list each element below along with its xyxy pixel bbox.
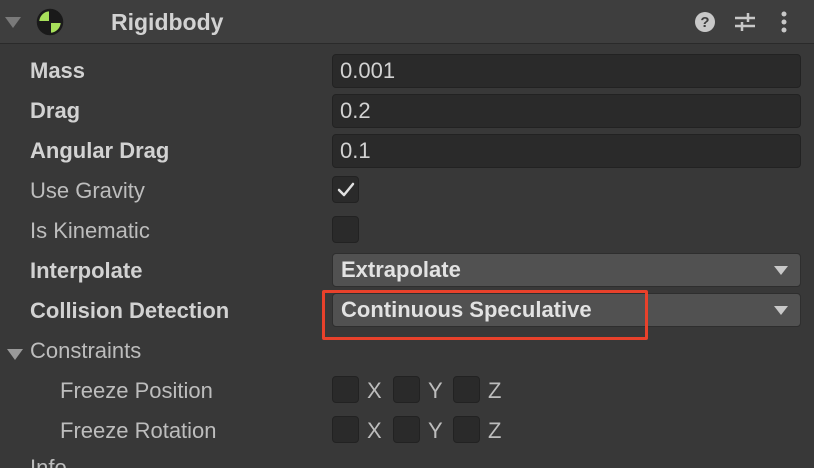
freeze-rotation-y-checkbox[interactable] <box>393 416 420 443</box>
freeze-rotation-label: Freeze Rotation <box>60 418 217 443</box>
freeze-rotation-z-label: Z <box>488 418 502 443</box>
freeze-rotation-x-checkbox[interactable] <box>332 416 359 443</box>
is-kinematic-label: Is Kinematic <box>30 218 150 243</box>
freeze-rotation-x-label: X <box>367 418 382 443</box>
checkmark-icon <box>337 182 355 197</box>
freeze-position-label: Freeze Position <box>60 378 213 403</box>
interpolate-value: Extrapolate <box>341 257 461 282</box>
dropdown-arrow-icon <box>774 306 788 315</box>
interpolate-label: Interpolate <box>30 258 143 283</box>
collision-detection-label: Collision Detection <box>30 298 230 323</box>
highlight-box <box>322 290 648 340</box>
help-icon[interactable]: ? <box>693 10 717 34</box>
is-kinematic-checkbox[interactable] <box>332 216 359 243</box>
component-header[interactable]: Rigidbody ? <box>0 0 814 44</box>
presets-icon[interactable] <box>733 10 757 34</box>
foldout-arrow-icon[interactable] <box>4 13 22 31</box>
freeze-position-x-checkbox[interactable] <box>332 376 359 403</box>
use-gravity-checkbox[interactable] <box>332 176 359 203</box>
freeze-rotation-y-label: Y <box>428 418 443 443</box>
freeze-position-z-label: Z <box>488 378 502 403</box>
use-gravity-label: Use Gravity <box>30 178 145 203</box>
freeze-position-y-checkbox[interactable] <box>393 376 420 403</box>
mass-label: Mass <box>30 58 86 83</box>
dropdown-arrow-icon <box>774 266 788 275</box>
drag-field[interactable]: 0.2 <box>332 94 801 128</box>
svg-text:?: ? <box>700 14 709 31</box>
constraints-foldout-icon[interactable] <box>6 345 24 363</box>
freeze-position-y-label: Y <box>428 378 443 403</box>
freeze-position-x-label: X <box>367 378 382 403</box>
more-icon[interactable] <box>772 10 796 34</box>
component-title: Rigidbody <box>111 9 224 35</box>
rigidbody-icon <box>36 8 64 36</box>
freeze-rotation-z-checkbox[interactable] <box>453 416 480 443</box>
angular-drag-label: Angular Drag <box>30 138 170 163</box>
constraints-label[interactable]: Constraints <box>30 337 141 365</box>
freeze-position-z-checkbox[interactable] <box>453 376 480 403</box>
drag-label: Drag <box>30 98 81 123</box>
info-foldout-label[interactable]: Info <box>30 455 67 468</box>
mass-field[interactable]: 0.001 <box>332 54 801 88</box>
angular-drag-field[interactable]: 0.1 <box>332 134 801 168</box>
interpolate-dropdown[interactable]: Extrapolate <box>332 253 801 287</box>
